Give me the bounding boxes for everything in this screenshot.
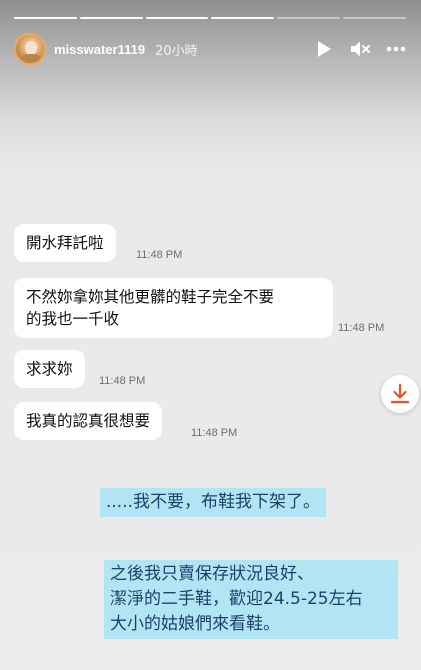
message-timestamp: 11:48 PM [136, 249, 183, 261]
message-text-line: 不然妳拿妳其他更髒的鞋子完全不要 [26, 288, 275, 306]
caption-text-line: 之後我只賣保存狀況良好、 [110, 564, 314, 584]
story-caption: .....我不要，布鞋我下架了。 [100, 488, 327, 517]
message-text-line: 的我也一千收 [26, 310, 120, 328]
chat-bubble: 不然妳拿妳其他更髒的鞋子完全不要 的我也一千收 [14, 278, 333, 338]
post-time: 20小時 [155, 43, 198, 59]
message-text: 開水拜託啦 [26, 234, 104, 252]
story-viewer: misswater1119 20小時 開水拜託啦 11:48 PM 不然妳拿妳其… [0, 0, 421, 670]
chat-bubble: 我真的認真很想要 [14, 402, 163, 440]
message-timestamp: 11:48 PM [191, 427, 238, 439]
caption-text-line: 潔淨的二手鞋，歡迎24.5-25左右 [110, 589, 363, 609]
chat-bubble: 開水拜託啦 [14, 224, 116, 262]
progress-segment [79, 17, 143, 19]
progress-segment [211, 17, 275, 19]
progress-segment [14, 17, 77, 19]
download-arrow-icon [389, 383, 411, 405]
caption-text-line: 大小的姑娘們來看鞋。 [110, 614, 280, 634]
avatar-shoulders [19, 54, 43, 63]
message-timestamp: 11:48 PM [99, 375, 146, 387]
more-horizontal-icon[interactable] [384, 37, 408, 61]
username[interactable]: misswater1119 [54, 42, 145, 57]
chat-bubble: 求求妳 [14, 350, 85, 388]
progress-segment [277, 17, 341, 19]
avatar[interactable] [14, 33, 46, 65]
story-caption: 之後我只賣保存狀況良好、 潔淨的二手鞋，歡迎24.5-25左右 大小的姑娘們來看… [104, 560, 398, 639]
caption-text: .....我不要，布鞋我下架了。 [106, 492, 321, 512]
header-controls [300, 37, 408, 61]
avatar-face [25, 41, 37, 55]
play-icon[interactable] [312, 37, 336, 61]
story-progress-bar [14, 17, 406, 20]
muted-speaker-icon[interactable] [348, 37, 372, 61]
message-text: 求求妳 [26, 360, 73, 378]
story-header: misswater1119 20小時 [14, 32, 408, 66]
progress-segment [343, 17, 406, 19]
message-text: 我真的認真很想要 [26, 412, 151, 430]
message-timestamp: 11:48 PM [338, 322, 385, 334]
download-button[interactable] [381, 375, 419, 413]
progress-segment [145, 17, 209, 19]
